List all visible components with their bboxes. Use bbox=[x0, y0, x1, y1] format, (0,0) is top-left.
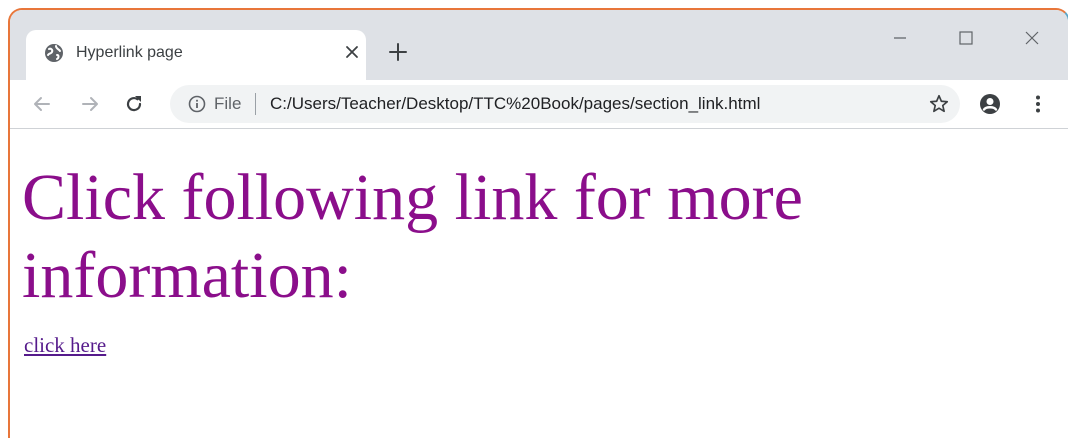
page-content: Click following link for more informatio… bbox=[10, 129, 1068, 438]
menu-kebab-icon[interactable] bbox=[1026, 92, 1050, 116]
browser-window: Hyperlink page File C:/Users/Teacher/Des… bbox=[8, 8, 1068, 438]
tab-strip: Hyperlink page bbox=[10, 10, 1068, 80]
info-icon[interactable] bbox=[188, 95, 206, 113]
security-label: File bbox=[214, 94, 242, 113]
minimize-icon[interactable] bbox=[888, 26, 912, 50]
reload-icon[interactable] bbox=[122, 92, 146, 116]
globe-icon bbox=[44, 43, 64, 63]
profile-avatar-icon[interactable] bbox=[978, 92, 1002, 116]
click-here-link[interactable]: click here bbox=[24, 333, 106, 357]
window-close-icon[interactable] bbox=[1020, 26, 1044, 50]
url-text[interactable]: C:/Users/Teacher/Desktop/TTC%20Book/page… bbox=[270, 94, 760, 114]
bookmark-star-icon[interactable] bbox=[928, 93, 950, 115]
tab-hyperlink-page[interactable]: Hyperlink page bbox=[26, 30, 366, 80]
omnibox-divider bbox=[255, 93, 256, 115]
forward-arrow-icon[interactable] bbox=[78, 92, 102, 116]
close-icon[interactable] bbox=[344, 44, 360, 60]
new-tab-plus-icon[interactable] bbox=[386, 40, 410, 64]
back-arrow-icon[interactable] bbox=[30, 92, 54, 116]
maximize-icon[interactable] bbox=[954, 26, 978, 50]
tab-title: Hyperlink page bbox=[76, 44, 183, 61]
address-bar[interactable]: File C:/Users/Teacher/Desktop/TTC%20Book… bbox=[170, 85, 960, 123]
browser-toolbar: File C:/Users/Teacher/Desktop/TTC%20Book… bbox=[10, 80, 1068, 129]
page-heading: Click following link for more informatio… bbox=[22, 161, 803, 312]
